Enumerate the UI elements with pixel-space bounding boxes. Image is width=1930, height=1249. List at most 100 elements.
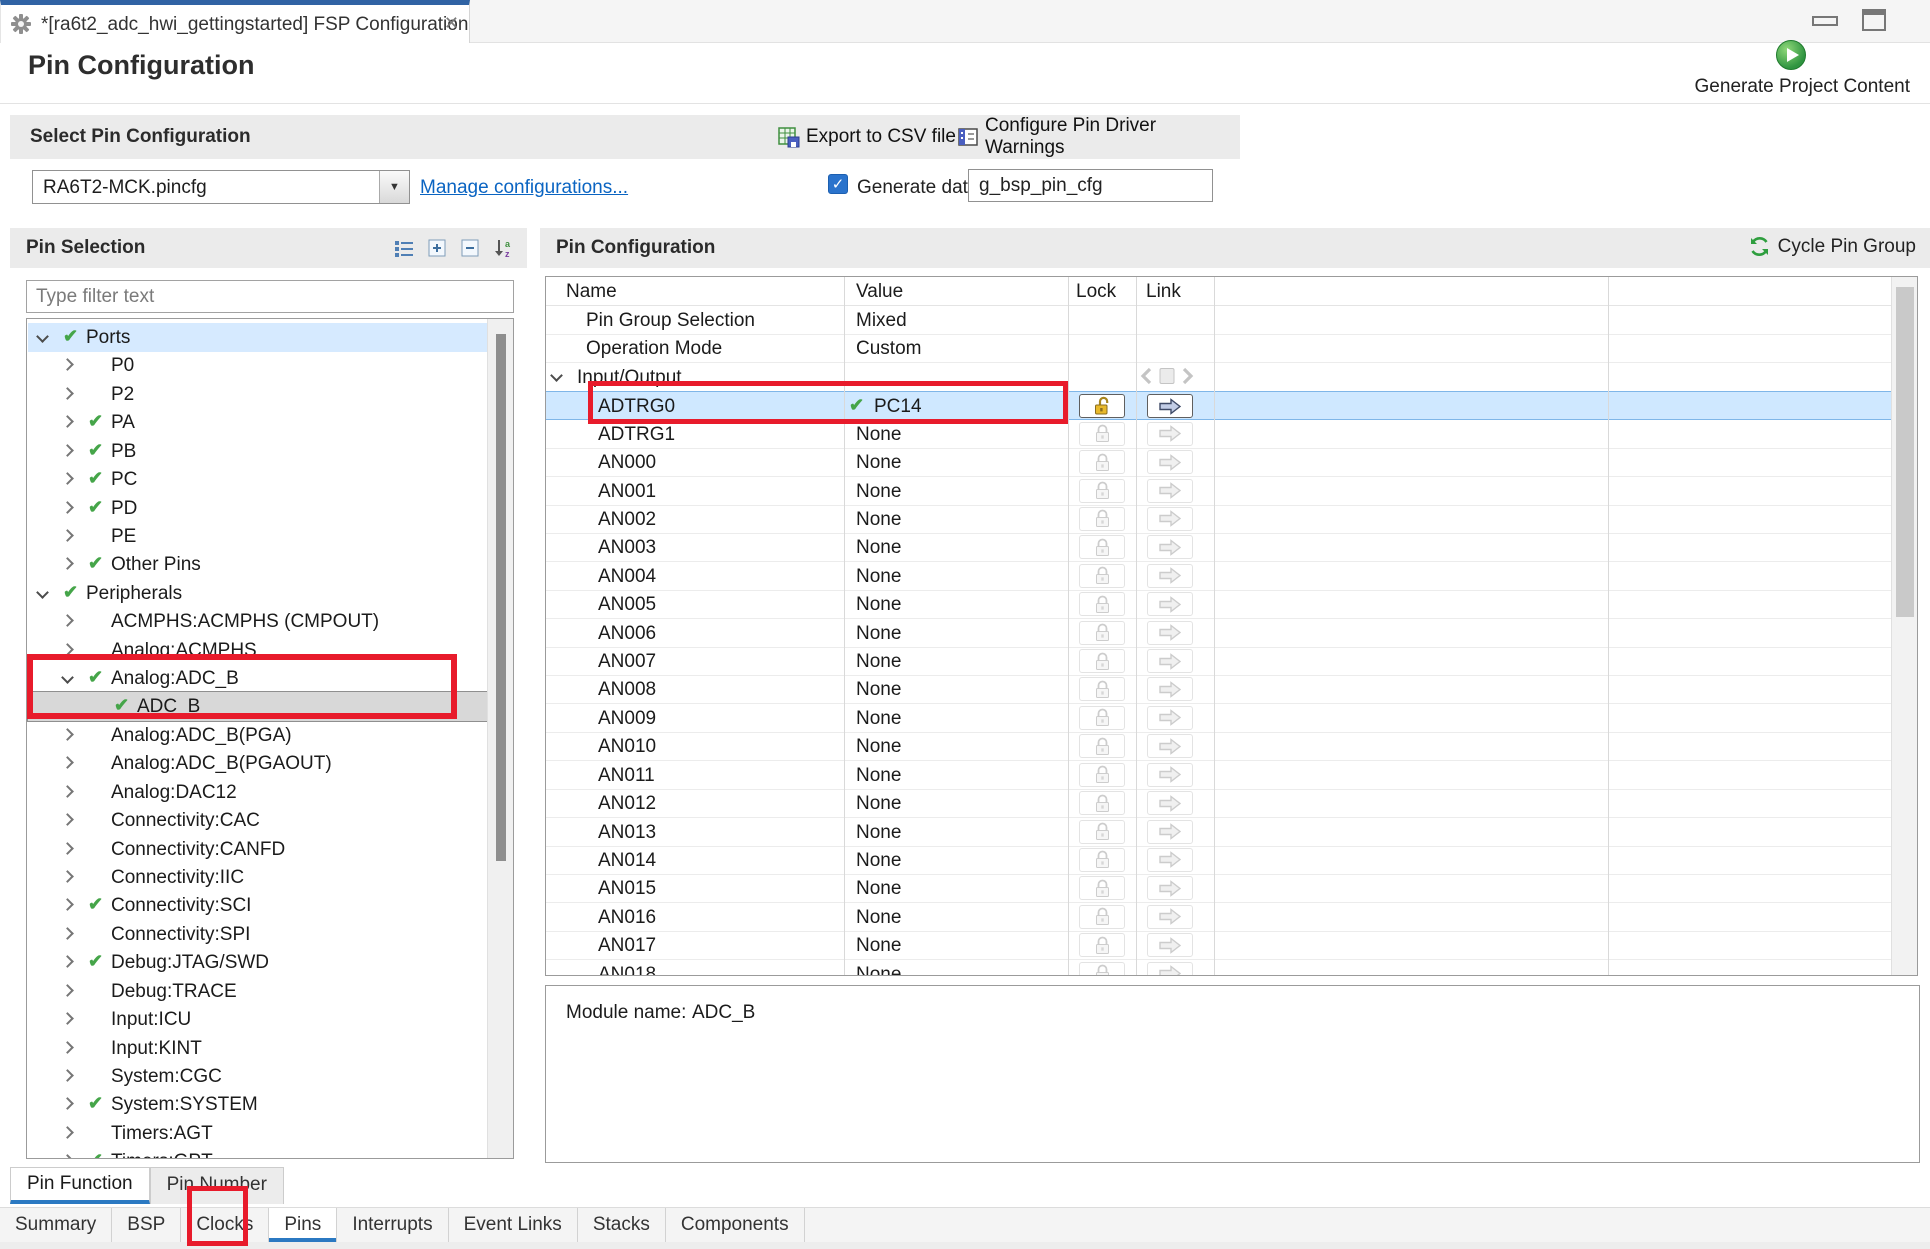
tree-item-system-cgc[interactable]: System:CGC bbox=[28, 1062, 487, 1091]
chevron-right-icon[interactable] bbox=[61, 785, 74, 798]
tab-pins[interactable]: Pins bbox=[269, 1208, 337, 1242]
tab-stacks[interactable]: Stacks bbox=[578, 1208, 666, 1242]
chevron-right-icon[interactable] bbox=[61, 444, 74, 457]
pin-row-input-output[interactable]: Input/Output bbox=[546, 363, 1891, 392]
pin-value[interactable]: None bbox=[856, 878, 901, 900]
pin-row-an015[interactable]: AN015None bbox=[546, 874, 1891, 903]
link-button[interactable] bbox=[1147, 649, 1193, 673]
link-button[interactable] bbox=[1147, 763, 1193, 787]
lock-button[interactable] bbox=[1079, 820, 1125, 844]
pin-value[interactable]: Custom bbox=[856, 338, 921, 360]
link-button[interactable] bbox=[1147, 621, 1193, 645]
generate-data-input[interactable]: g_bsp_pin_cfg bbox=[968, 169, 1213, 202]
chevron-right-icon[interactable] bbox=[61, 529, 74, 542]
pin-row-an005[interactable]: AN005None bbox=[546, 590, 1891, 619]
link-button[interactable] bbox=[1147, 507, 1193, 531]
lock-button[interactable] bbox=[1079, 848, 1125, 872]
view-tab-pin-function[interactable]: Pin Function bbox=[10, 1167, 150, 1204]
generate-project-content-button[interactable]: Generate Project Content bbox=[1670, 40, 1910, 102]
pin-value[interactable]: None bbox=[856, 964, 901, 976]
tree-item-pa[interactable]: ✔PA bbox=[28, 408, 487, 437]
lock-button[interactable] bbox=[1079, 933, 1125, 957]
link-button[interactable] bbox=[1147, 564, 1193, 588]
chevron-right-icon[interactable] bbox=[61, 501, 74, 514]
chevron-right-icon[interactable] bbox=[61, 359, 74, 372]
collapse-all-icon[interactable] bbox=[458, 236, 482, 260]
tree-filter-input[interactable]: Type filter text bbox=[26, 280, 514, 313]
pin-value[interactable]: None bbox=[856, 822, 901, 844]
lock-button[interactable] bbox=[1079, 535, 1125, 559]
tree-item-pd[interactable]: ✔PD bbox=[28, 494, 487, 523]
chevron-right-icon[interactable] bbox=[61, 1069, 74, 1082]
link-button[interactable] bbox=[1147, 933, 1193, 957]
pin-value[interactable]: Mixed bbox=[856, 310, 907, 332]
tree-item-debug-trace[interactable]: Debug:TRACE bbox=[28, 977, 487, 1006]
link-button[interactable] bbox=[1147, 706, 1193, 730]
link-button[interactable] bbox=[1147, 876, 1193, 900]
lock-button[interactable] bbox=[1079, 677, 1125, 701]
tree-scrollbar-thumb[interactable] bbox=[496, 334, 506, 861]
pin-row-an006[interactable]: AN006None bbox=[546, 619, 1891, 648]
tab-components[interactable]: Components bbox=[666, 1208, 805, 1242]
pin-value[interactable]: PC14 bbox=[874, 396, 922, 418]
table-scrollbar[interactable] bbox=[1891, 277, 1917, 975]
tab-event-links[interactable]: Event Links bbox=[449, 1208, 578, 1242]
pin-value[interactable]: None bbox=[856, 679, 901, 701]
lock-button[interactable] bbox=[1079, 962, 1125, 976]
tree-item-pe[interactable]: PE bbox=[28, 522, 487, 551]
tab-clocks[interactable]: Clocks bbox=[181, 1208, 269, 1242]
pin-row-an018[interactable]: AN018None bbox=[546, 960, 1891, 976]
pin-value[interactable]: None bbox=[856, 793, 901, 815]
pin-value[interactable]: None bbox=[856, 623, 901, 645]
pin-configuration-select[interactable]: RA6T2-MCK.pincfg ▼ bbox=[32, 170, 410, 204]
lock-button[interactable] bbox=[1079, 564, 1125, 588]
tree-item-connectivity-sci[interactable]: ✔Connectivity:SCI bbox=[28, 891, 487, 920]
pin-value[interactable]: None bbox=[856, 481, 901, 503]
lock-button[interactable] bbox=[1079, 450, 1125, 474]
tree-item-timers-gpt[interactable]: ✔Timers:GPT bbox=[28, 1147, 487, 1159]
chevron-right-icon[interactable] bbox=[61, 1126, 74, 1139]
pin-value[interactable]: None bbox=[856, 452, 901, 474]
pin-value[interactable]: None bbox=[856, 424, 901, 446]
maximize-icon[interactable] bbox=[1862, 9, 1886, 31]
pin-row-an002[interactable]: AN002None bbox=[546, 505, 1891, 534]
pin-value[interactable]: None bbox=[856, 736, 901, 758]
lock-button[interactable] bbox=[1079, 394, 1125, 418]
tab-interrupts[interactable]: Interrupts bbox=[337, 1208, 448, 1242]
chevron-right-icon[interactable] bbox=[61, 415, 74, 428]
tree-item-timers-agt[interactable]: Timers:AGT bbox=[28, 1119, 487, 1148]
expand-all-icon[interactable] bbox=[425, 236, 449, 260]
tree-item-analog-adc-b-pga[interactable]: Analog:ADC_B(PGA) bbox=[28, 721, 487, 750]
pin-row-an004[interactable]: AN004None bbox=[546, 562, 1891, 591]
link-button[interactable] bbox=[1147, 848, 1193, 872]
tree-item-input-icu[interactable]: Input:ICU bbox=[28, 1005, 487, 1034]
link-button[interactable] bbox=[1147, 791, 1193, 815]
pin-row-an003[interactable]: AN003None bbox=[546, 533, 1891, 562]
close-icon[interactable]: ✕ bbox=[444, 13, 459, 34]
chevron-right-icon[interactable] bbox=[61, 955, 74, 968]
tree-view-mode-icon[interactable] bbox=[392, 236, 416, 260]
pin-value[interactable]: None bbox=[856, 850, 901, 872]
lock-button[interactable] bbox=[1079, 791, 1125, 815]
pin-value[interactable]: None bbox=[856, 566, 901, 588]
chevron-right-icon[interactable] bbox=[61, 899, 74, 912]
column-header-lock[interactable]: Lock bbox=[1076, 281, 1116, 303]
pin-row-an007[interactable]: AN007None bbox=[546, 647, 1891, 676]
chevron-right-icon[interactable] bbox=[61, 387, 74, 400]
pin-value[interactable]: None bbox=[856, 537, 901, 559]
pin-value[interactable]: None bbox=[856, 907, 901, 929]
tree-item-ports[interactable]: ✔Ports bbox=[28, 323, 487, 352]
link-button[interactable] bbox=[1147, 394, 1193, 418]
tree-item-debug-jtag-swd[interactable]: ✔Debug:JTAG/SWD bbox=[28, 948, 487, 977]
chevron-right-icon[interactable] bbox=[61, 1012, 74, 1025]
tab-bsp[interactable]: BSP bbox=[112, 1208, 181, 1242]
chevron-right-icon[interactable] bbox=[61, 643, 74, 656]
chevron-right-icon[interactable] bbox=[61, 927, 74, 940]
lock-button[interactable] bbox=[1079, 734, 1125, 758]
link-button[interactable] bbox=[1147, 962, 1193, 976]
tree-item-analog-acmphs[interactable]: Analog:ACMPHS bbox=[28, 636, 487, 665]
configure-pin-driver-warnings-button[interactable]: Configure Pin Driver Warnings bbox=[958, 123, 1240, 151]
pin-row-an016[interactable]: AN016None bbox=[546, 903, 1891, 932]
tab-summary[interactable]: Summary bbox=[0, 1208, 112, 1242]
cycle-pin-group-button[interactable]: Cycle Pin Group bbox=[1748, 235, 1916, 258]
